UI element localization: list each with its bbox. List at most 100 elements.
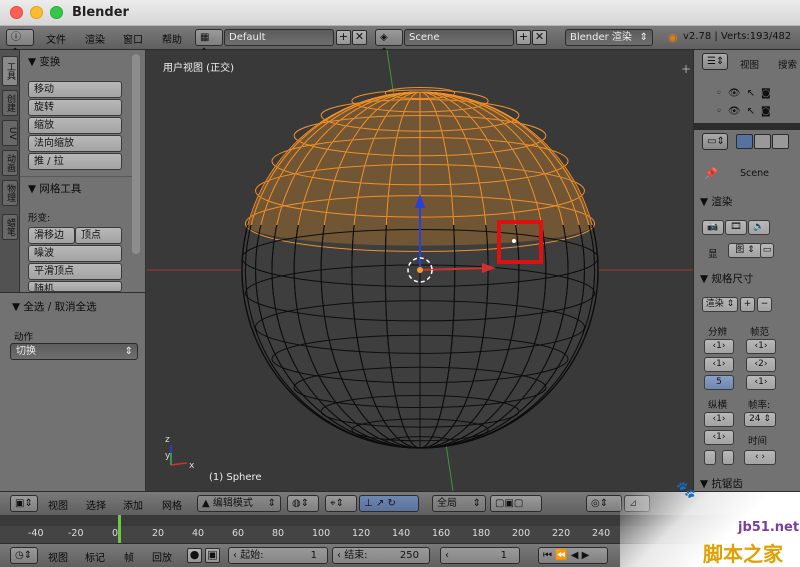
start-frame-field[interactable]: ‹ 起始: 1: [228, 547, 328, 564]
tab-tools[interactable]: 工具: [2, 56, 18, 86]
current-frame-value: 1: [500, 550, 507, 561]
timeline-menu-view[interactable]: 视图: [48, 549, 68, 564]
pivot-select[interactable]: ⌖⇕: [325, 495, 357, 512]
orientation-select[interactable]: 全局 ⇕: [432, 495, 486, 512]
menu-window[interactable]: 窗口: [123, 31, 143, 46]
screen-layout-icon[interactable]: ▦ ⇕: [195, 29, 223, 58]
dimensions-section-title[interactable]: ▼ 规格尺寸: [700, 271, 753, 286]
viewport-menu-select[interactable]: 选择: [86, 497, 106, 512]
menu-help[interactable]: 帮助: [162, 31, 182, 46]
proportional-edit-select[interactable]: ◎⇕: [586, 495, 622, 512]
viewport-menu-add[interactable]: 添加: [123, 497, 143, 512]
minimize-window-button[interactable]: [30, 6, 43, 19]
screen-layout-field[interactable]: Default: [224, 29, 334, 46]
noise-button[interactable]: 噪波: [28, 245, 122, 262]
transform-panel-title[interactable]: ▼ 变换: [28, 54, 60, 69]
timeline-menu-frame[interactable]: 帧: [124, 549, 134, 564]
resolution-percent-field[interactable]: 5: [704, 375, 734, 390]
transform-manipulators[interactable]: ⊥ ↗ ↻: [359, 495, 419, 512]
record-button[interactable]: ●: [187, 548, 202, 563]
viewport-canvas[interactable]: zy x: [147, 50, 693, 491]
remove-layout-button[interactable]: ✕: [352, 30, 367, 45]
shading-select[interactable]: ◍⇕: [287, 495, 319, 512]
render-preset-select[interactable]: 渲染 ⇕: [702, 297, 738, 312]
resolution-y-field[interactable]: ‹1›: [704, 357, 734, 372]
corner-plus-icon[interactable]: +: [681, 62, 691, 76]
pin-icon[interactable]: 📌: [704, 167, 718, 180]
add-preset-button[interactable]: +: [740, 297, 755, 312]
rotate-button[interactable]: 旋转: [28, 99, 122, 116]
render-section-title[interactable]: ▼ 渲染: [700, 194, 732, 209]
menu-file[interactable]: 文件: [46, 31, 66, 46]
crop-checkbox[interactable]: [722, 450, 734, 465]
shrink-fatten-button[interactable]: 法向缩放: [28, 135, 122, 152]
tab-uv[interactable]: UV: [2, 120, 18, 146]
mesh-tools-panel-title[interactable]: ▼ 网格工具: [28, 181, 81, 196]
aspect-y-field[interactable]: ‹1›: [704, 430, 734, 445]
remove-scene-button[interactable]: ✕: [532, 30, 547, 45]
frame-rate-select[interactable]: 24 ⇕: [744, 412, 776, 427]
action-select[interactable]: 切换 ⇕: [10, 343, 138, 360]
close-window-button[interactable]: [10, 6, 23, 19]
aspect-x-field[interactable]: ‹1›: [704, 412, 734, 427]
move-button[interactable]: 移动: [28, 81, 122, 98]
add-layout-button[interactable]: +: [336, 30, 351, 45]
scene-icon[interactable]: ◈ ⇕: [375, 29, 403, 58]
time-remap-field[interactable]: ‹ ›: [744, 450, 776, 465]
layer-buttons[interactable]: ▢▣▢: [490, 495, 542, 512]
slide-vertex-button[interactable]: 顶点: [75, 227, 122, 244]
audio-button[interactable]: 🔊: [748, 220, 770, 235]
viewport-menu-view[interactable]: 视图: [48, 497, 68, 512]
frame-start-field[interactable]: ‹1›: [746, 339, 776, 354]
playback-controls[interactable]: ⏮ ⏪ ◀ ▶: [538, 547, 608, 564]
current-frame-marker[interactable]: [118, 515, 121, 543]
maximize-window-button[interactable]: [50, 6, 63, 19]
randomize-button[interactable]: 随机: [28, 281, 122, 292]
frame-step-field[interactable]: ‹1›: [746, 375, 776, 390]
scene-field[interactable]: Scene: [404, 29, 514, 46]
viewport-menu-mesh[interactable]: 网格: [162, 497, 182, 512]
current-frame-field[interactable]: ‹ 1: [440, 547, 520, 564]
frame-end-field[interactable]: ‹2›: [746, 357, 776, 372]
tab-grease-pencil[interactable]: 蜡笔: [2, 214, 18, 240]
outliner-row-icons[interactable]: ◦👁↖◙: [716, 106, 777, 117]
timeline-menu-marker[interactable]: 标记: [85, 549, 105, 564]
outliner-search-menu[interactable]: 搜索: [778, 57, 797, 71]
viewport-editor-type[interactable]: ▣⇕: [10, 495, 38, 512]
timeline-menu-playback[interactable]: 回放: [152, 549, 172, 564]
editor-type-button[interactable]: ⓘ ⇕: [6, 29, 34, 58]
mode-select[interactable]: ▲ 编辑模式 ⇕: [197, 495, 281, 512]
border-checkbox[interactable]: [704, 450, 716, 465]
end-frame-field[interactable]: ‹ 结束: 250: [332, 547, 430, 564]
render-layers-tab[interactable]: [754, 134, 771, 149]
3d-viewport[interactable]: zy x 用户视图 (正交) (1) Sphere +: [147, 50, 693, 491]
outliner-view-menu[interactable]: 视图: [740, 57, 759, 71]
remove-preset-button[interactable]: −: [757, 297, 772, 312]
action-value: 切换: [16, 346, 36, 357]
render-animation-button[interactable]: 🎞: [725, 220, 747, 235]
push-pull-button[interactable]: 推 / 拉: [28, 153, 122, 170]
lock-interface-button[interactable]: ▭: [760, 243, 774, 258]
anti-alias-section-title[interactable]: ▼ 抗锯齿: [700, 476, 743, 491]
tool-shelf-scrollbar[interactable]: [132, 54, 140, 254]
render-engine-select[interactable]: Blender 渲染 ⇕: [565, 29, 653, 46]
tab-physics[interactable]: 物理: [2, 180, 18, 206]
outliner-editor-type[interactable]: ☰⇕: [702, 53, 728, 70]
render-context-tab[interactable]: [736, 134, 753, 149]
keying-lock-button[interactable]: ▣: [205, 548, 220, 563]
tab-animation[interactable]: 动画: [2, 150, 18, 176]
scene-tab[interactable]: [772, 134, 789, 149]
resolution-x-field[interactable]: ‹1›: [704, 339, 734, 354]
menu-render[interactable]: 渲染: [85, 31, 105, 46]
outliner-visibility-icons[interactable]: ◦👁↖◙: [716, 88, 777, 99]
scale-button[interactable]: 缩放: [28, 117, 122, 134]
properties-editor-type[interactable]: ▭⇕: [702, 133, 728, 150]
tab-create[interactable]: 创建: [2, 90, 18, 116]
operator-title[interactable]: ▼ 全选 / 取消全选: [12, 299, 97, 314]
smooth-vertex-button[interactable]: 平滑顶点: [28, 263, 122, 280]
add-scene-button[interactable]: +: [516, 30, 531, 45]
timeline-editor-type[interactable]: ◷⇕: [10, 547, 38, 564]
display-select[interactable]: 图 ⇕: [728, 243, 762, 258]
render-still-button[interactable]: 📷: [702, 220, 724, 235]
slide-edge-button[interactable]: 滑移边: [28, 227, 75, 244]
